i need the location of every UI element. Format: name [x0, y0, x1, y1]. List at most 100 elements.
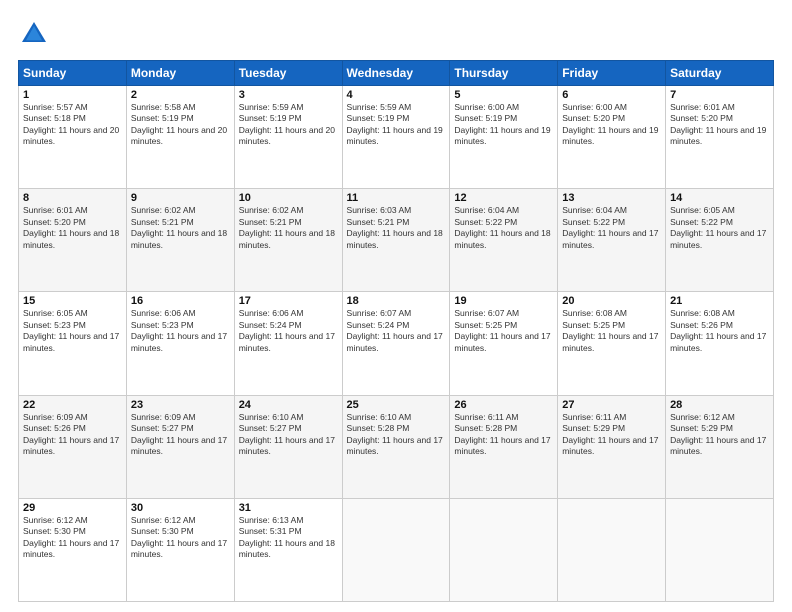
day-info: Sunrise: 6:02 AMSunset: 5:21 PMDaylight:… [131, 205, 230, 251]
calendar-cell: 8Sunrise: 6:01 AMSunset: 5:20 PMDaylight… [19, 189, 127, 292]
day-info: Sunrise: 6:11 AMSunset: 5:28 PMDaylight:… [454, 412, 553, 458]
day-number: 9 [131, 192, 230, 204]
day-info: Sunrise: 5:59 AMSunset: 5:19 PMDaylight:… [239, 102, 338, 148]
day-info: Sunrise: 6:08 AMSunset: 5:26 PMDaylight:… [670, 308, 769, 354]
calendar-cell: 2Sunrise: 5:58 AMSunset: 5:19 PMDaylight… [126, 86, 234, 189]
day-number: 5 [454, 89, 553, 101]
day-number: 15 [23, 295, 122, 307]
calendar-table: SundayMondayTuesdayWednesdayThursdayFrid… [18, 60, 774, 602]
day-number: 3 [239, 89, 338, 101]
calendar-cell: 12Sunrise: 6:04 AMSunset: 5:22 PMDayligh… [450, 189, 558, 292]
day-info: Sunrise: 6:04 AMSunset: 5:22 PMDaylight:… [454, 205, 553, 251]
day-info: Sunrise: 6:10 AMSunset: 5:28 PMDaylight:… [347, 412, 446, 458]
calendar-cell: 17Sunrise: 6:06 AMSunset: 5:24 PMDayligh… [234, 292, 342, 395]
day-number: 7 [670, 89, 769, 101]
day-number: 13 [562, 192, 661, 204]
calendar-cell [342, 498, 450, 601]
calendar-cell: 29Sunrise: 6:12 AMSunset: 5:30 PMDayligh… [19, 498, 127, 601]
calendar-cell: 11Sunrise: 6:03 AMSunset: 5:21 PMDayligh… [342, 189, 450, 292]
day-number: 8 [23, 192, 122, 204]
calendar-cell: 26Sunrise: 6:11 AMSunset: 5:28 PMDayligh… [450, 395, 558, 498]
logo-icon [18, 18, 50, 50]
calendar-cell: 1Sunrise: 5:57 AMSunset: 5:18 PMDaylight… [19, 86, 127, 189]
calendar-header-row: SundayMondayTuesdayWednesdayThursdayFrid… [19, 61, 774, 86]
day-info: Sunrise: 5:57 AMSunset: 5:18 PMDaylight:… [23, 102, 122, 148]
calendar-header-monday: Monday [126, 61, 234, 86]
day-info: Sunrise: 6:07 AMSunset: 5:24 PMDaylight:… [347, 308, 446, 354]
day-number: 29 [23, 502, 122, 514]
calendar-cell: 18Sunrise: 6:07 AMSunset: 5:24 PMDayligh… [342, 292, 450, 395]
day-number: 12 [454, 192, 553, 204]
calendar-cell: 7Sunrise: 6:01 AMSunset: 5:20 PMDaylight… [666, 86, 774, 189]
header [18, 18, 774, 50]
day-number: 23 [131, 399, 230, 411]
calendar-cell: 14Sunrise: 6:05 AMSunset: 5:22 PMDayligh… [666, 189, 774, 292]
day-info: Sunrise: 6:04 AMSunset: 5:22 PMDaylight:… [562, 205, 661, 251]
calendar-week-row: 15Sunrise: 6:05 AMSunset: 5:23 PMDayligh… [19, 292, 774, 395]
day-info: Sunrise: 6:05 AMSunset: 5:23 PMDaylight:… [23, 308, 122, 354]
day-number: 6 [562, 89, 661, 101]
calendar-cell: 30Sunrise: 6:12 AMSunset: 5:30 PMDayligh… [126, 498, 234, 601]
calendar-week-row: 22Sunrise: 6:09 AMSunset: 5:26 PMDayligh… [19, 395, 774, 498]
day-number: 31 [239, 502, 338, 514]
calendar-cell: 19Sunrise: 6:07 AMSunset: 5:25 PMDayligh… [450, 292, 558, 395]
day-number: 18 [347, 295, 446, 307]
day-info: Sunrise: 5:59 AMSunset: 5:19 PMDaylight:… [347, 102, 446, 148]
calendar-cell: 9Sunrise: 6:02 AMSunset: 5:21 PMDaylight… [126, 189, 234, 292]
day-number: 22 [23, 399, 122, 411]
calendar-header-tuesday: Tuesday [234, 61, 342, 86]
day-number: 27 [562, 399, 661, 411]
day-number: 25 [347, 399, 446, 411]
calendar-cell: 25Sunrise: 6:10 AMSunset: 5:28 PMDayligh… [342, 395, 450, 498]
page: SundayMondayTuesdayWednesdayThursdayFrid… [0, 0, 792, 612]
calendar-cell: 3Sunrise: 5:59 AMSunset: 5:19 PMDaylight… [234, 86, 342, 189]
day-number: 1 [23, 89, 122, 101]
day-info: Sunrise: 6:02 AMSunset: 5:21 PMDaylight:… [239, 205, 338, 251]
calendar-cell [450, 498, 558, 601]
calendar-header-sunday: Sunday [19, 61, 127, 86]
calendar-cell: 21Sunrise: 6:08 AMSunset: 5:26 PMDayligh… [666, 292, 774, 395]
calendar-header-wednesday: Wednesday [342, 61, 450, 86]
day-info: Sunrise: 6:00 AMSunset: 5:20 PMDaylight:… [562, 102, 661, 148]
day-number: 17 [239, 295, 338, 307]
calendar-cell: 10Sunrise: 6:02 AMSunset: 5:21 PMDayligh… [234, 189, 342, 292]
calendar-cell: 5Sunrise: 6:00 AMSunset: 5:19 PMDaylight… [450, 86, 558, 189]
day-number: 26 [454, 399, 553, 411]
day-number: 11 [347, 192, 446, 204]
calendar-cell: 13Sunrise: 6:04 AMSunset: 5:22 PMDayligh… [558, 189, 666, 292]
calendar-cell: 23Sunrise: 6:09 AMSunset: 5:27 PMDayligh… [126, 395, 234, 498]
calendar-cell: 6Sunrise: 6:00 AMSunset: 5:20 PMDaylight… [558, 86, 666, 189]
calendar-cell: 28Sunrise: 6:12 AMSunset: 5:29 PMDayligh… [666, 395, 774, 498]
day-number: 21 [670, 295, 769, 307]
day-info: Sunrise: 6:01 AMSunset: 5:20 PMDaylight:… [670, 102, 769, 148]
calendar-cell [558, 498, 666, 601]
calendar-cell: 31Sunrise: 6:13 AMSunset: 5:31 PMDayligh… [234, 498, 342, 601]
calendar-week-row: 8Sunrise: 6:01 AMSunset: 5:20 PMDaylight… [19, 189, 774, 292]
day-number: 30 [131, 502, 230, 514]
day-info: Sunrise: 6:09 AMSunset: 5:27 PMDaylight:… [131, 412, 230, 458]
calendar-cell: 27Sunrise: 6:11 AMSunset: 5:29 PMDayligh… [558, 395, 666, 498]
calendar-week-row: 1Sunrise: 5:57 AMSunset: 5:18 PMDaylight… [19, 86, 774, 189]
day-info: Sunrise: 6:12 AMSunset: 5:30 PMDaylight:… [23, 515, 122, 561]
day-info: Sunrise: 6:06 AMSunset: 5:24 PMDaylight:… [239, 308, 338, 354]
calendar-cell: 15Sunrise: 6:05 AMSunset: 5:23 PMDayligh… [19, 292, 127, 395]
calendar-header-thursday: Thursday [450, 61, 558, 86]
day-info: Sunrise: 6:11 AMSunset: 5:29 PMDaylight:… [562, 412, 661, 458]
day-info: Sunrise: 6:00 AMSunset: 5:19 PMDaylight:… [454, 102, 553, 148]
calendar-cell: 4Sunrise: 5:59 AMSunset: 5:19 PMDaylight… [342, 86, 450, 189]
calendar-cell: 24Sunrise: 6:10 AMSunset: 5:27 PMDayligh… [234, 395, 342, 498]
day-info: Sunrise: 6:07 AMSunset: 5:25 PMDaylight:… [454, 308, 553, 354]
day-number: 24 [239, 399, 338, 411]
day-number: 16 [131, 295, 230, 307]
calendar-cell: 20Sunrise: 6:08 AMSunset: 5:25 PMDayligh… [558, 292, 666, 395]
calendar-cell [666, 498, 774, 601]
calendar-header-friday: Friday [558, 61, 666, 86]
day-info: Sunrise: 6:09 AMSunset: 5:26 PMDaylight:… [23, 412, 122, 458]
day-info: Sunrise: 6:08 AMSunset: 5:25 PMDaylight:… [562, 308, 661, 354]
day-info: Sunrise: 6:01 AMSunset: 5:20 PMDaylight:… [23, 205, 122, 251]
day-info: Sunrise: 6:03 AMSunset: 5:21 PMDaylight:… [347, 205, 446, 251]
calendar-header-saturday: Saturday [666, 61, 774, 86]
day-number: 4 [347, 89, 446, 101]
day-number: 2 [131, 89, 230, 101]
calendar-week-row: 29Sunrise: 6:12 AMSunset: 5:30 PMDayligh… [19, 498, 774, 601]
